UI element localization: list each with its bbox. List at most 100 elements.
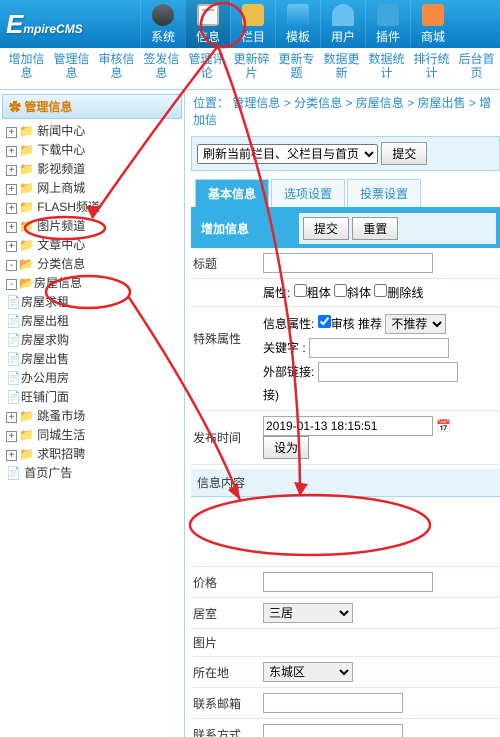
contact-input[interactable] (263, 724, 403, 737)
minus-icon[interactable]: - (6, 279, 17, 290)
file-icon: 📄 (6, 352, 21, 366)
subnav-home[interactable]: 后台首页 (454, 48, 499, 89)
row-room: 居室 三居 (191, 598, 500, 629)
row-price: 价格 (191, 567, 500, 598)
system-icon (152, 4, 174, 26)
tab-options[interactable]: 选项设置 (271, 179, 345, 207)
folder-icon: 📁 (19, 200, 34, 214)
location-select[interactable]: 东城区 (263, 662, 353, 682)
subnav-topic[interactable]: 更新专题 (274, 48, 319, 89)
nav-system[interactable]: 系统 (140, 0, 185, 48)
reset-button[interactable]: 重置 (352, 217, 398, 240)
folder-icon: 📁 (19, 143, 34, 157)
refresh-select[interactable]: 刷新当前栏目、父栏目与首页 (197, 144, 378, 164)
folder-icon: 📁 (19, 181, 34, 195)
nav-template[interactable]: 模板 (275, 0, 320, 48)
title-input[interactable] (263, 253, 433, 273)
sidebar: 管理信息 +📁 新闻中心 +📁 下载中心 +📁 影视频道 +📁 网上商城 +📁 … (0, 90, 185, 737)
subnav-add[interactable]: 增加信息 (4, 48, 49, 89)
crumb-category[interactable]: 分类信息 (294, 96, 342, 110)
nav-shop[interactable]: 商城 (410, 0, 455, 48)
plus-icon[interactable]: + (6, 241, 17, 252)
subnav-stats[interactable]: 数据统计 (364, 48, 409, 89)
crumb-manage[interactable]: 管理信息 (232, 96, 280, 110)
row-attr: 属性: 粗体 斜体 删除线 (191, 279, 500, 307)
tree-rent-out[interactable]: 📄房屋出租 (2, 311, 182, 330)
pubtime-label: 发布时间 (193, 429, 263, 446)
plus-icon[interactable]: + (6, 203, 17, 214)
submit-button[interactable]: 提交 (303, 217, 349, 240)
plus-icon[interactable]: + (6, 184, 17, 195)
form-title: 增加信息 (195, 220, 295, 237)
subnav-manage[interactable]: 管理信息 (49, 48, 94, 89)
tab-vote[interactable]: 投票设置 (347, 179, 421, 207)
tree-sale[interactable]: 📄房屋出售 (2, 349, 182, 368)
folder-icon: 📁 (19, 409, 34, 423)
room-select[interactable]: 三居 (263, 603, 353, 623)
nav-column[interactable]: 栏目 (230, 0, 275, 48)
audit-checkbox[interactable] (318, 315, 331, 328)
price-input[interactable] (263, 572, 433, 592)
tree-buy-seek[interactable]: 📄房屋求购 (2, 330, 182, 349)
tree-rent-seek[interactable]: 📄房屋求租 (2, 292, 182, 311)
email-input[interactable] (263, 693, 403, 713)
refresh-submit[interactable]: 提交 (381, 142, 427, 165)
template-icon (287, 4, 309, 26)
plus-icon[interactable]: + (6, 146, 17, 157)
tree-download[interactable]: +📁 下载中心 (2, 140, 182, 159)
subnav-issue[interactable]: 签发信息 (139, 48, 184, 89)
tree-house[interactable]: -📂房屋信息 (2, 273, 182, 292)
content-editor[interactable] (191, 497, 500, 567)
subnav-review[interactable]: 审核信息 (94, 48, 139, 89)
plus-icon[interactable]: + (6, 127, 17, 138)
subnav-comment[interactable]: 管理评论 (184, 48, 229, 89)
calendar-icon[interactable]: 📅 (436, 419, 451, 433)
minus-icon[interactable]: - (6, 260, 17, 271)
top-header: EmpireCMS 系统 信息 栏目 模板 用户 插件 商城 (0, 0, 500, 48)
crumb-sale[interactable]: 房屋出售 (417, 96, 465, 110)
plus-icon[interactable]: + (6, 450, 17, 461)
pubtime-input[interactable] (263, 416, 433, 436)
extlink-input[interactable] (318, 362, 458, 382)
setnow-button[interactable]: 设为 (263, 436, 309, 459)
pic-label: 图片 (193, 634, 263, 651)
italic-checkbox[interactable] (334, 284, 347, 297)
subnav-rank[interactable]: 排行统计 (409, 48, 454, 89)
tree-ad[interactable]: 📄 首页广告 (2, 463, 182, 482)
folder-icon: 📁 (19, 428, 34, 442)
tab-basic[interactable]: 基本信息 (195, 179, 269, 207)
tree-video[interactable]: +📁 影视频道 (2, 159, 182, 178)
tree-article[interactable]: +📁 文章中心 (2, 235, 182, 254)
plus-icon[interactable]: + (6, 431, 17, 442)
tree-category[interactable]: -📂 分类信息 (2, 254, 182, 273)
plus-icon[interactable]: + (6, 412, 17, 423)
subnav-frag[interactable]: 更新碎片 (229, 48, 274, 89)
tree-flash[interactable]: +📁 FLASH频道 (2, 197, 182, 216)
tree-job[interactable]: +📁 求职招聘 (2, 444, 182, 463)
row-email: 联系邮箱 (191, 688, 500, 719)
keyword-input[interactable] (309, 338, 449, 358)
special-label: 特殊属性 (193, 312, 263, 347)
tree-shop[interactable]: +📁 网上商城 (2, 178, 182, 197)
file-icon: 📄 (6, 295, 21, 309)
tree-lvl3: 📄房屋求租 📄房屋出租 📄房屋求购 📄房屋出售 📄办公用房 📄旺铺门面 (2, 292, 182, 406)
tree-office[interactable]: 📄办公用房 (2, 368, 182, 387)
crumb-house[interactable]: 房屋信息 (356, 96, 404, 110)
tree-flea[interactable]: +📁 跳蚤市场 (2, 406, 182, 425)
recommend-select[interactable]: 不推荐 (385, 314, 446, 334)
plus-icon[interactable]: + (6, 222, 17, 233)
bold-checkbox[interactable] (294, 284, 307, 297)
folder-open-icon: 📂 (19, 276, 34, 290)
file-icon: 📄 (6, 333, 21, 347)
nav-user[interactable]: 用户 (320, 0, 365, 48)
strike-checkbox[interactable] (374, 284, 387, 297)
plus-icon[interactable]: + (6, 165, 17, 176)
tree-pic[interactable]: +📁 图片频道 (2, 216, 182, 235)
nav-plugin[interactable]: 插件 (365, 0, 410, 48)
tree-city[interactable]: +📁 同城生活 (2, 425, 182, 444)
main-area: 管理信息 +📁 新闻中心 +📁 下载中心 +📁 影视频道 +📁 网上商城 +📁 … (0, 90, 500, 737)
subnav-data[interactable]: 数据更新 (319, 48, 364, 89)
tree-news[interactable]: +📁 新闻中心 (2, 121, 182, 140)
nav-info[interactable]: 信息 (185, 0, 230, 48)
tree-store[interactable]: 📄旺铺门面 (2, 387, 182, 406)
